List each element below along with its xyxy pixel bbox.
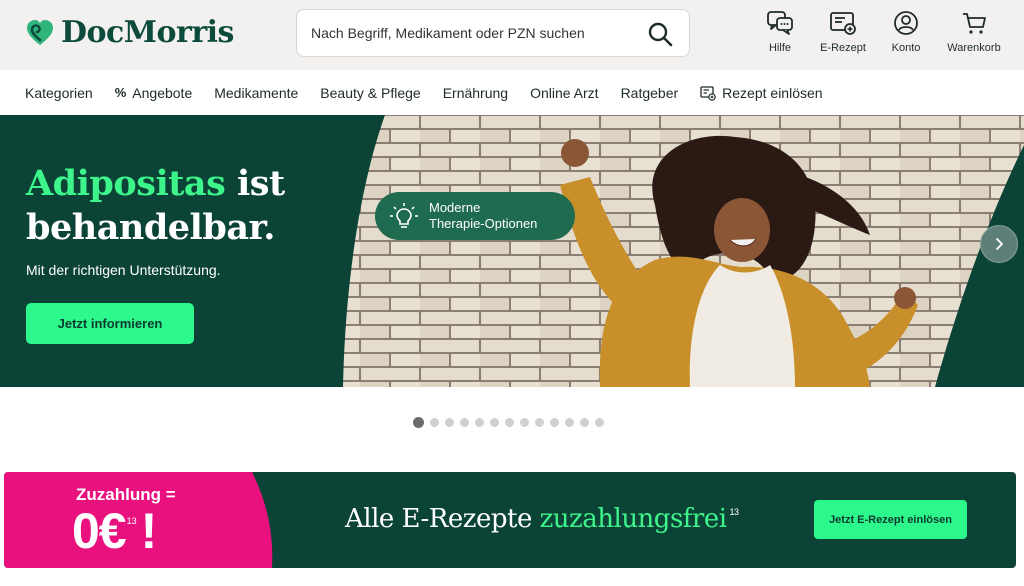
- nav-item-medikamente[interactable]: Medikamente: [214, 85, 298, 101]
- promo-headline-plain: Alle E-Rezepte: [345, 504, 540, 534]
- badge-line-2: Therapie-Optionen: [429, 216, 538, 231]
- promo-headline-highlight: zuzahlungsfrei: [539, 504, 727, 534]
- nav-label: Ernährung: [442, 84, 509, 101]
- hero-banner[interactable]: Adipositas ist behandelbar. Mit der rich…: [0, 115, 1024, 387]
- nav-item-ernaehrung[interactable]: Ernährung: [443, 85, 508, 101]
- cart-button[interactable]: Warenkorb: [939, 8, 1009, 54]
- hero-subtitle: Mit der richtigen Unterstützung.: [26, 262, 221, 278]
- promo-amount-value: 0€: [72, 503, 127, 559]
- carousel-dots: [413, 417, 604, 428]
- help-label: Hilfe: [768, 42, 791, 54]
- lightbulb-icon: [390, 203, 418, 228]
- hero-title-line-2: behandelbar.: [26, 207, 275, 248]
- carousel-dot[interactable]: [445, 418, 454, 427]
- search-box: [296, 9, 690, 57]
- nav-label: Kategorien: [25, 84, 93, 101]
- brand-name: DocMorris: [61, 15, 234, 50]
- badge-line-1: Moderne: [429, 200, 481, 215]
- promo-headline: Alle E-Rezepte zuzahlungsfrei 13: [345, 504, 739, 534]
- footnote-marker: 13: [729, 507, 740, 517]
- e-prescription-icon: [830, 12, 856, 35]
- help-chat-icon: [767, 11, 793, 35]
- cart-label: Warenkorb: [947, 42, 1001, 54]
- nav-item-rezept-einloesen[interactable]: Rezept einlösen: [700, 84, 823, 101]
- hero-text: Adipositas ist behandelbar. Mit der rich…: [26, 162, 285, 278]
- nav-item-kategorien[interactable]: Kategorien: [25, 85, 93, 101]
- carousel-dot[interactable]: [535, 418, 544, 427]
- carousel-dot[interactable]: [595, 418, 604, 427]
- nav-label: Online Arzt: [530, 84, 599, 101]
- nav-label: Medikamente: [214, 84, 299, 101]
- therapy-badge: Moderne Therapie-Optionen: [375, 192, 575, 240]
- search-icon[interactable]: [647, 21, 673, 47]
- footnote-marker: 13: [126, 516, 137, 526]
- header-actions: Hilfe E-Rezept Konto Warenkorb: [750, 8, 1012, 54]
- brand-logo[interactable]: DocMorris: [25, 15, 234, 50]
- nav-label: Beauty & Pflege: [320, 84, 421, 101]
- nav-item-angebote[interactable]: % Angebote: [115, 85, 193, 101]
- carousel-dot[interactable]: [550, 418, 559, 427]
- carousel-dot[interactable]: [413, 417, 424, 428]
- e-prescription-button[interactable]: E-Rezept: [813, 8, 873, 54]
- main-navigation: Kategorien % Angebote Medikamente Beauty …: [0, 70, 1024, 115]
- nav-label: Rezept einlösen: [722, 84, 823, 101]
- site-header: DocMorris Hilfe: [0, 0, 1024, 70]
- hero-title-rest: ist: [225, 163, 285, 204]
- cart-icon: [963, 13, 986, 34]
- carousel-dot[interactable]: [565, 418, 574, 427]
- percent-icon: %: [114, 85, 127, 100]
- help-button[interactable]: Hilfe: [750, 8, 810, 54]
- account-button[interactable]: Konto: [876, 8, 936, 54]
- nav-label: Ratgeber: [620, 84, 679, 101]
- carousel-dot[interactable]: [520, 418, 529, 427]
- promo-amount: 0€ 13!: [72, 502, 158, 560]
- carousel-dot[interactable]: [580, 418, 589, 427]
- nav-item-online-arzt[interactable]: Online Arzt: [530, 85, 598, 101]
- carousel-dot[interactable]: [475, 418, 484, 427]
- nav-item-ratgeber[interactable]: Ratgeber: [621, 85, 679, 101]
- search-input[interactable]: [311, 10, 631, 56]
- chevron-right-icon: [996, 238, 1003, 250]
- account-label: Konto: [891, 42, 921, 54]
- carousel-next-button[interactable]: [980, 225, 1018, 263]
- hero-title-highlight: Adipositas: [26, 163, 226, 204]
- hero-cta-button[interactable]: Jetzt informieren: [26, 303, 194, 344]
- hero-title: Adipositas ist behandelbar.: [26, 162, 285, 250]
- promo-cta-button[interactable]: Jetzt E-Rezept einlösen: [814, 500, 967, 539]
- nav-item-beauty-pflege[interactable]: Beauty & Pflege: [320, 85, 420, 101]
- carousel-dot[interactable]: [430, 418, 439, 427]
- prescription-icon: [700, 85, 716, 101]
- heart-logo-icon: [27, 19, 53, 45]
- nav-label: Angebote: [132, 84, 193, 101]
- account-icon: [894, 11, 918, 35]
- badge-text: Moderne Therapie-Optionen: [429, 200, 537, 232]
- carousel-dot[interactable]: [505, 418, 514, 427]
- promo-amount-suffix: !: [140, 503, 158, 559]
- e-prescription-label: E-Rezept: [820, 42, 866, 54]
- promo-banner[interactable]: Zuzahlung = 0€ 13! Alle E-Rezepte zuzahlu…: [4, 472, 1016, 568]
- carousel-dot[interactable]: [460, 418, 469, 427]
- carousel-dot[interactable]: [490, 418, 499, 427]
